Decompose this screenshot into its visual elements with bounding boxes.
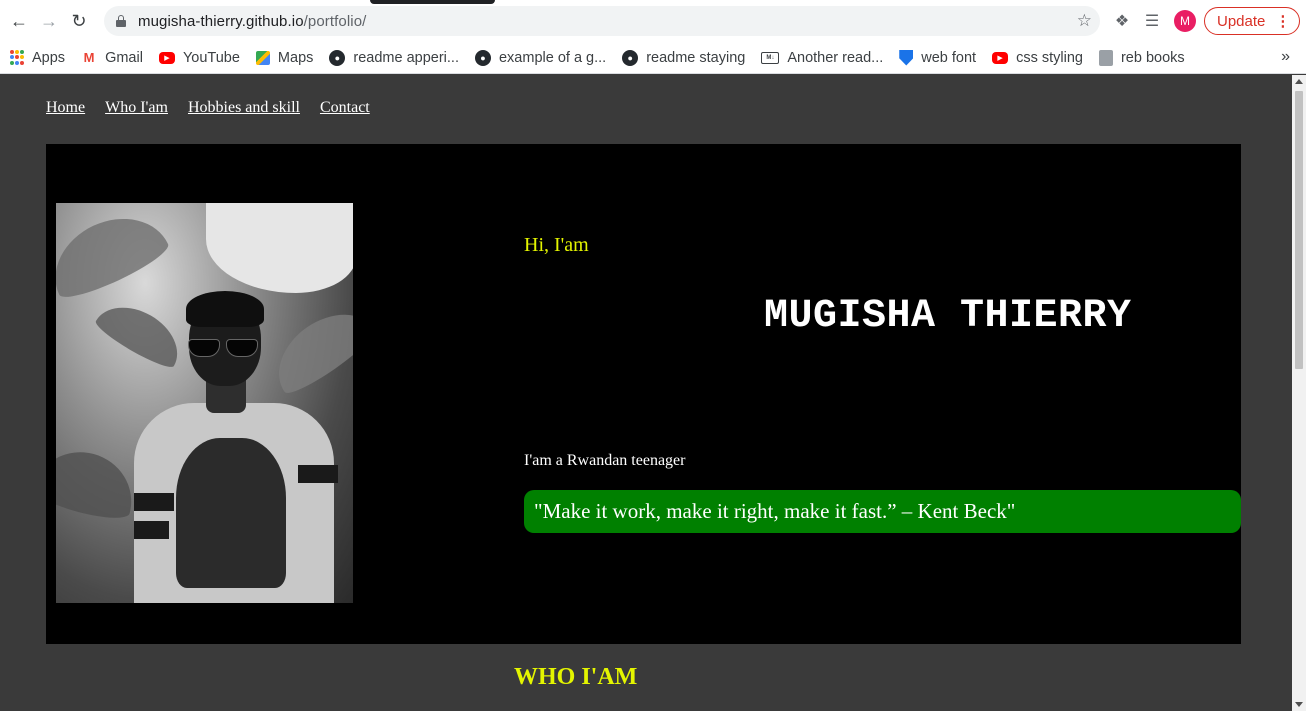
bookmark-gmail[interactable]: M Gmail [81,50,143,66]
tagline-text: I'am a Rwandan teenager [524,452,686,469]
nav-link-hobbies-and-skill[interactable]: Hobbies and skill [188,99,300,117]
bookmark-label: web font [921,49,977,66]
quote-text: "Make it work, make it right, make it fa… [534,499,1016,523]
quote-box: "Make it work, make it right, make it fa… [524,490,1241,533]
bookmark-reb-books[interactable]: reb books [1098,49,1185,66]
who-i-am-heading: WHO I'AM [514,664,638,690]
youtube-icon: ▶ [992,51,1009,64]
url-text[interactable]: mugisha-thierry.github.io/portfolio/ [138,13,366,30]
maps-icon [255,50,270,65]
bookmark-label: Apps [32,49,66,66]
vertical-scrollbar[interactable] [1292,75,1306,711]
extensions-puzzle-icon[interactable]: ❖ [1108,6,1136,36]
bookmark-css-styling[interactable]: ▶ css styling [992,50,1083,66]
menu-kebab-icon: ⋮ [1275,13,1290,30]
bookmark-label: example of a g... [498,49,607,66]
update-button[interactable]: Update ⋮ [1204,7,1301,35]
markdown-icon: M↓ [761,51,780,64]
toolbar-right: ❖ ☰ M Update ⋮ [1108,6,1301,36]
github-icon: ● [329,49,346,66]
bookmark-example[interactable]: ● example of a g... [474,49,607,66]
address-bar[interactable]: mugisha-thierry.github.io/portfolio/ ☆ [104,6,1100,36]
gmail-icon: M [83,50,95,65]
scrollbar-thumb[interactable] [1295,91,1303,369]
bookmark-label: YouTube [182,49,240,66]
bookmark-readme-apperi[interactable]: ● readme apperi... [329,49,459,66]
url-host: mugisha-thierry.github.io [138,12,304,30]
nav-link-contact[interactable]: Contact [320,99,370,117]
profile-photo [56,203,353,603]
url-path: /portfolio/ [303,12,367,30]
bookmark-label: Another read... [787,49,884,66]
greeting-text: Hi, I'am [524,234,589,256]
scroll-down-arrow-icon[interactable] [1295,702,1303,707]
lock-icon[interactable] [116,15,126,27]
scroll-up-arrow-icon[interactable] [1295,79,1303,84]
bookmark-youtube[interactable]: ▶ YouTube [158,49,240,66]
shield-icon [899,49,914,66]
browser-toolbar: ← → ↻ mugisha-thierry.github.io/portfoli… [0,0,1306,42]
bookmark-label: reb books [1120,49,1185,66]
apps-grid-icon [10,49,24,66]
update-label: Update [1217,12,1266,30]
reload-icon[interactable]: ↻ [66,8,92,34]
bookmark-label: Gmail [105,49,143,66]
page-viewport: Home Who I'am Hobbies and skill Contact … [0,75,1292,711]
bookmark-web-font[interactable]: web font [899,49,977,66]
bookmark-maps[interactable]: Maps [255,49,314,66]
github-icon: ● [474,49,491,66]
profile-avatar[interactable]: M [1174,10,1196,32]
bookmark-another-read[interactable]: M↓ Another read... [761,50,883,66]
youtube-icon: ▶ [158,51,175,64]
bookmark-apps[interactable]: Apps [10,50,65,66]
back-arrow-icon[interactable]: ← [6,8,32,34]
nav-link-home[interactable]: Home [46,99,85,117]
tab-strip [0,0,1306,4]
forward-arrow-icon[interactable]: → [36,8,62,34]
bookmarks-bar: Apps M Gmail ▶ YouTube Maps ● readme app… [0,42,1306,74]
bookmark-label: Maps [277,49,314,66]
github-icon: ● [622,49,639,66]
nav-link-who-i-am[interactable]: Who I'am [105,99,168,117]
owner-name: MUGISHA THIERRY [764,294,1132,339]
bookmark-label: css styling [1016,49,1083,66]
bookmark-label: readme staying [646,49,746,66]
hero-section: Hi, I'am MUGISHA THIERRY I'am a Rwandan … [46,144,1241,644]
active-tab-edge [370,0,495,4]
site-nav: Home Who I'am Hobbies and skill Contact [46,99,390,117]
more-bookmarks-chevron-icon[interactable]: » [1281,48,1290,66]
bookmark-star-icon[interactable]: ☆ [1077,11,1092,31]
book-icon [1098,49,1113,66]
bookmark-label: readme apperi... [353,49,459,66]
media-queue-icon[interactable]: ☰ [1138,6,1166,36]
bookmark-readme-staying[interactable]: ● readme staying [622,49,746,66]
